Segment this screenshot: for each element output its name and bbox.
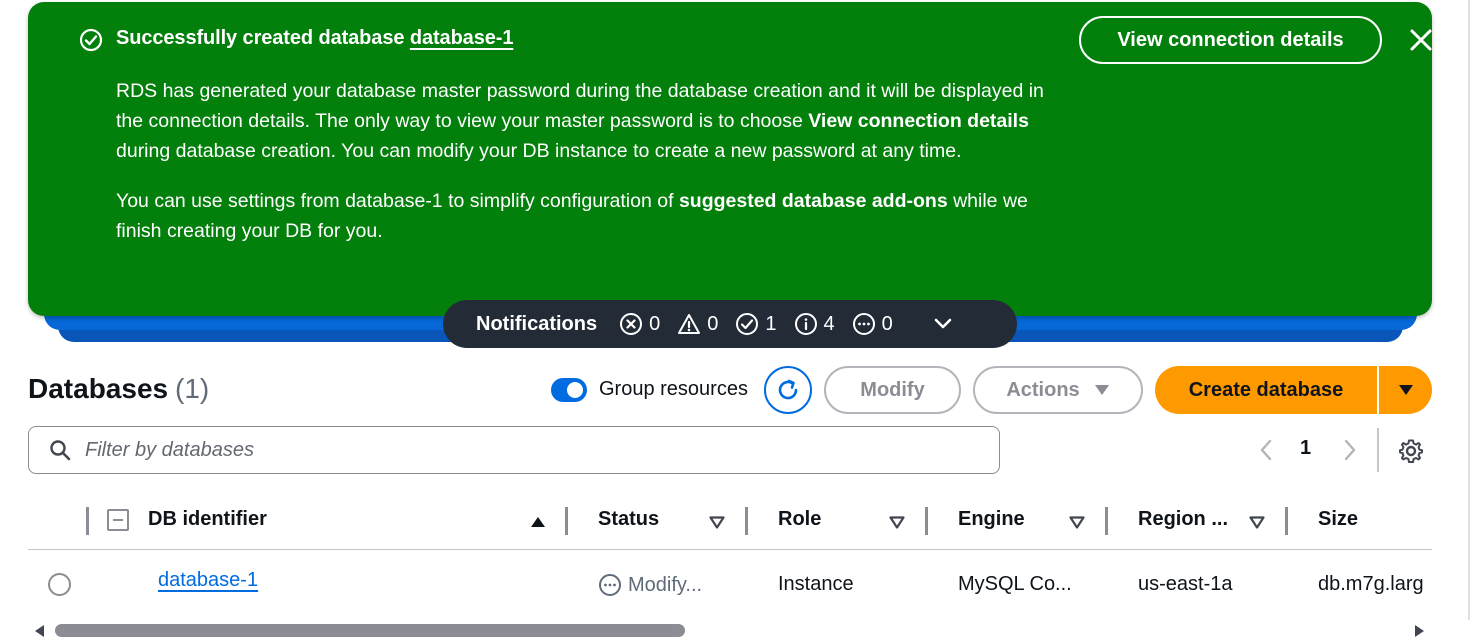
row-select-radio[interactable]	[48, 573, 71, 596]
engine-cell: MySQL Co...	[958, 573, 1072, 595]
in-progress-icon	[599, 574, 621, 596]
group-resources-toggle[interactable]	[551, 378, 587, 402]
status-text: Modify...	[628, 573, 703, 596]
table-header-divider	[28, 549, 1432, 550]
error-count-value: 0	[649, 312, 661, 335]
success-icon	[736, 313, 759, 335]
column-header-role[interactable]: Role	[778, 508, 821, 531]
in-progress-count-value: 0	[881, 312, 893, 335]
pagination-divider	[1377, 428, 1379, 472]
chevron-down-icon[interactable]	[932, 313, 954, 335]
column-separator[interactable]	[565, 507, 568, 535]
modify-button[interactable]: Modify	[824, 366, 961, 414]
info-icon	[794, 313, 817, 335]
search-icon	[50, 440, 71, 461]
warning-count: 0	[677, 312, 718, 336]
column-header-region[interactable]: Region ...	[1138, 508, 1228, 531]
notifications-label: Notifications	[476, 312, 598, 335]
group-resources-label: Group resources	[599, 378, 748, 400]
refresh-button[interactable]	[764, 366, 812, 414]
refresh-icon	[778, 379, 798, 400]
in-progress-count: 0	[852, 312, 893, 336]
flash-title-text: Successfully created database	[116, 27, 405, 49]
success-flash-banner: Successfully created database database-1…	[28, 2, 1432, 316]
column-separator[interactable]	[925, 507, 928, 535]
toggle-knob	[567, 382, 583, 398]
sort-icon[interactable]	[1069, 516, 1085, 529]
flash-paragraph-2: You can use settings from database-1 to …	[116, 186, 1056, 246]
flash-text: You can use settings from database-1 to …	[116, 190, 679, 212]
flash-database-link[interactable]: database-1	[410, 27, 514, 49]
size-cell: db.m7g.larg	[1318, 573, 1424, 595]
db-identifier-link[interactable]: database-1	[158, 569, 258, 591]
success-check-icon	[79, 28, 103, 52]
info-count: 4	[794, 312, 835, 336]
notifications-bar[interactable]: Notifications 0 0 1 4 0	[443, 300, 1017, 348]
success-count-value: 1	[765, 312, 777, 335]
error-count: 0	[619, 312, 660, 336]
close-icon[interactable]	[1407, 26, 1435, 54]
status-cell: Modify...	[598, 573, 702, 597]
flash-text: during database creation. You can modify…	[116, 140, 962, 162]
region-cell: us-east-1a	[1138, 573, 1233, 595]
gear-icon[interactable]	[1398, 438, 1424, 464]
column-header-db-identifier[interactable]: DB identifier	[148, 508, 267, 531]
previous-page-icon[interactable]	[1258, 438, 1274, 462]
in-progress-icon	[852, 313, 875, 335]
create-database-button[interactable]: Create database	[1155, 366, 1377, 414]
caret-down-icon	[1094, 385, 1109, 395]
view-connection-details-button[interactable]: View connection details	[1079, 16, 1382, 64]
actions-button[interactable]: Actions	[973, 366, 1143, 414]
flash-bold-text: View connection details	[808, 110, 1029, 132]
current-page-number[interactable]: 1	[1300, 437, 1311, 460]
next-page-icon[interactable]	[1342, 438, 1358, 462]
column-header-size[interactable]: Size	[1318, 508, 1358, 531]
success-count: 1	[735, 312, 777, 336]
flash-title: Successfully created database database-1	[116, 27, 513, 50]
flash-message: RDS has generated your database master p…	[116, 76, 1056, 246]
sort-icon[interactable]	[709, 516, 725, 529]
warning-icon	[678, 314, 701, 334]
sort-ascending-icon[interactable]	[530, 516, 546, 528]
role-cell: Instance	[778, 573, 854, 595]
actions-label: Actions	[1006, 378, 1080, 401]
caret-down-icon	[1398, 385, 1413, 395]
vertical-scrollbar-track[interactable]	[1468, 0, 1470, 620]
column-separator[interactable]	[745, 507, 748, 535]
column-separator[interactable]	[1285, 507, 1288, 535]
column-separator[interactable]	[1105, 507, 1108, 535]
flash-paragraph-1: RDS has generated your database master p…	[116, 76, 1056, 166]
page-title: Databases	[28, 373, 169, 404]
column-separator[interactable]	[86, 507, 89, 535]
filter-input[interactable]	[85, 438, 965, 462]
filter-field[interactable]	[28, 426, 1000, 474]
create-database-dropdown-button[interactable]	[1379, 366, 1432, 414]
horizontal-scrollbar-thumb[interactable]	[55, 624, 685, 637]
sort-icon[interactable]	[1249, 516, 1265, 529]
flash-bold-text: suggested database add-ons	[678, 190, 948, 212]
column-header-engine[interactable]: Engine	[958, 508, 1025, 531]
sort-icon[interactable]	[889, 516, 905, 529]
error-icon	[620, 313, 643, 335]
info-count-value: 4	[823, 312, 835, 335]
collapse-all-checkbox[interactable]	[107, 509, 129, 531]
scroll-right-arrow-icon[interactable]	[1414, 624, 1426, 638]
column-header-status[interactable]: Status	[598, 508, 659, 531]
scroll-left-arrow-icon[interactable]	[33, 624, 45, 638]
warning-count-value: 0	[707, 312, 719, 335]
database-count: (1)	[175, 373, 210, 404]
